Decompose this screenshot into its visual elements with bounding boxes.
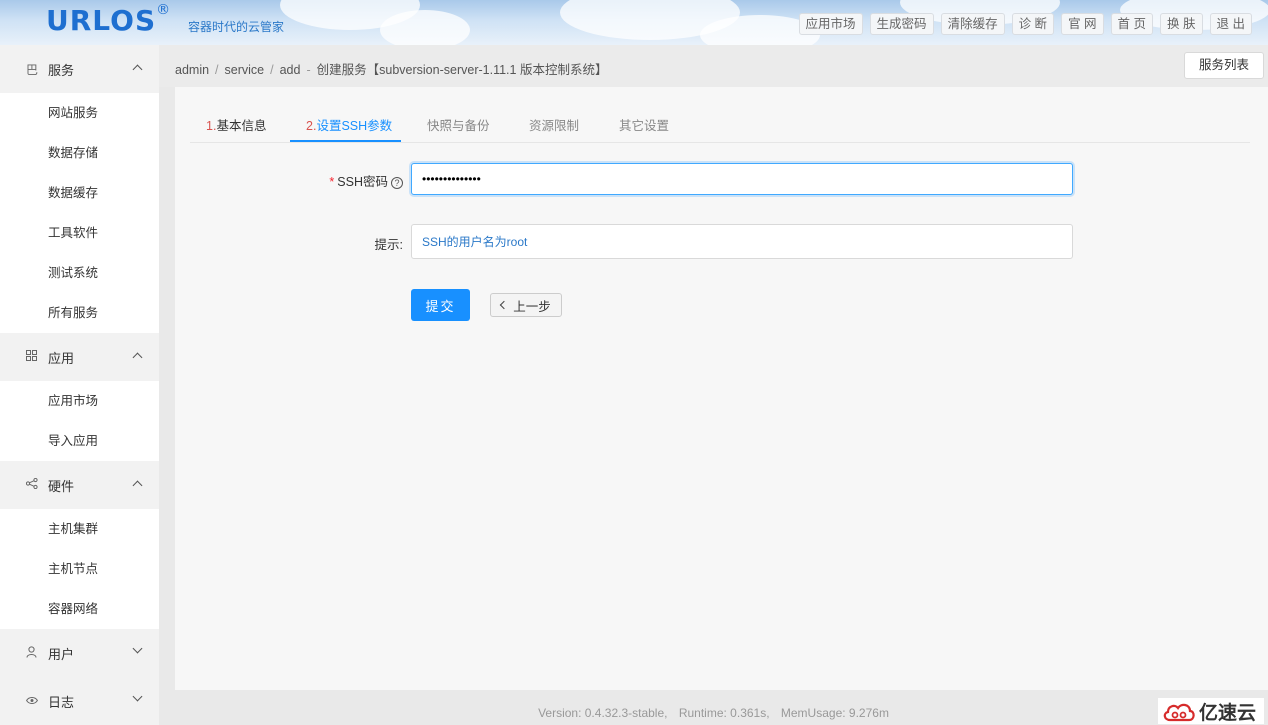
chevron-down-icon: [132, 643, 143, 654]
tab-label: 设置SSH参数: [316, 119, 393, 133]
footer-runtime: Runtime: 0.361s,: [678, 706, 770, 720]
ssh-password-label-text: SSH密码: [337, 175, 388, 189]
nav-home-button[interactable]: 首 页: [1110, 13, 1154, 35]
sidebar-item-test-system[interactable]: 测试系统: [0, 253, 159, 293]
sidebar-item-host-node[interactable]: 主机节点: [0, 549, 159, 589]
sky-cloud: [380, 10, 470, 45]
chevron-left-icon: [499, 300, 509, 310]
sidebar-item-app-market[interactable]: 应用市场: [0, 381, 159, 421]
sidebar-group-apps[interactable]: 应用: [0, 333, 159, 381]
sidebar-item-data-storage[interactable]: 数据存储: [0, 133, 159, 173]
sidebar-group-label: 应用: [48, 350, 75, 366]
sidebar-item-import-app[interactable]: 导入应用: [0, 421, 159, 461]
apps-grid-icon: [26, 350, 40, 364]
tab-snapshot-backup[interactable]: 快照与备份: [427, 115, 490, 134]
tab-label: 基本信息: [216, 119, 267, 133]
tab-other-settings[interactable]: 其它设置: [619, 115, 669, 134]
breadcrumb: admin / service / add - 创建服务【subversion-server…: [175, 59, 607, 78]
cloud-logo-icon: [1163, 703, 1195, 722]
tagline: 容器时代的云管家: [188, 20, 285, 34]
tab-step-number: 1.: [206, 119, 217, 133]
breadcrumb-service[interactable]: service: [225, 63, 265, 77]
watermark-text: 亿速云: [1199, 702, 1257, 724]
previous-step-button[interactable]: 上一步: [490, 293, 562, 317]
nav-skin-button[interactable]: 换 肤: [1160, 13, 1203, 35]
nav-official-site-button[interactable]: 官 网: [1061, 13, 1104, 35]
active-tab-indicator: [290, 140, 401, 142]
page-title: 创建服务【subversion-server-1.11.1 版本控制系统】: [316, 63, 608, 77]
sidebar-item-all-services[interactable]: 所有服务: [0, 293, 159, 333]
ssh-password-field[interactable]: [411, 163, 1073, 195]
form-panel: 1.基本信息 2.设置SSH参数 快照与备份 资源限制 其它设置 * SSH密码?…: [175, 87, 1268, 690]
nav-clear-cache-button[interactable]: 清除缓存: [940, 13, 1005, 35]
required-mark: *: [329, 175, 335, 189]
user-icon: [26, 645, 40, 661]
breadcrumb-separator: /: [215, 63, 219, 77]
yisu-watermark: 亿速云: [1158, 698, 1264, 724]
breadcrumb-bar: admin / service / add - 创建服务【subversion-server…: [159, 45, 1268, 87]
step-tabs: 1.基本信息 2.设置SSH参数 快照与备份 资源限制 其它设置: [190, 102, 1250, 143]
top-header: URLOS® 容器时代的云管家 应用市场 生成密码 清除缓存 诊 断 官 网 首…: [0, 0, 1268, 45]
sidebar-group-label: 用户: [48, 646, 75, 662]
chevron-down-icon: [132, 691, 143, 702]
share-nodes-icon: [25, 477, 40, 492]
sidebar-item-data-cache[interactable]: 数据缓存: [0, 173, 159, 213]
tab-ssh-params[interactable]: 2.设置SSH参数: [306, 115, 392, 134]
hint-field[interactable]: [411, 224, 1073, 259]
tab-basic-info[interactable]: 1.基本信息: [206, 115, 266, 134]
question-circle-icon[interactable]: ?: [391, 177, 403, 189]
breadcrumb-add: add: [279, 63, 301, 77]
footer: Version: 0.4.32.3-stable, Runtime: 0.361…: [159, 706, 1268, 720]
submit-button[interactable]: 提交: [411, 289, 470, 321]
sidebar-group-label: 日志: [48, 694, 75, 710]
sidebar-group-logs[interactable]: 日志: [0, 677, 159, 725]
sidebar-group-hardware[interactable]: 硬件: [0, 461, 159, 509]
sidebar-group-label: 服务: [48, 62, 75, 78]
top-nav: 应用市场 生成密码 清除缓存 诊 断 官 网 首 页 换 肤 退 出: [798, 13, 1252, 35]
sidebar-item-tools[interactable]: 工具软件: [0, 213, 159, 253]
breadcrumb-separator: /: [270, 63, 274, 77]
previous-step-label: 上一步: [513, 299, 551, 314]
footer-memusage: MemUsage: 9.276m: [780, 706, 889, 720]
tab-step-number: 2.: [306, 119, 317, 133]
breadcrumb-dash: -: [306, 63, 311, 77]
chevron-up-icon: [132, 352, 143, 363]
service-list-button[interactable]: 服务列表: [1183, 52, 1264, 79]
footer-version: Version: 0.4.32.3-stable,: [538, 706, 668, 720]
sidebar-group-users[interactable]: 用户: [0, 629, 159, 677]
service-icon: 巴: [26, 62, 39, 77]
nav-app-market-button[interactable]: 应用市场: [798, 13, 863, 35]
nav-diagnose-button[interactable]: 诊 断: [1011, 13, 1055, 35]
sidebar-item-website-service[interactable]: 网站服务: [0, 93, 159, 133]
nav-generate-password-button[interactable]: 生成密码: [869, 13, 934, 35]
sidebar-group-label: 硬件: [48, 478, 75, 494]
tab-resource-limit[interactable]: 资源限制: [529, 115, 579, 134]
urlos-logo[interactable]: URLOS®: [46, 2, 171, 37]
sidebar-group-service[interactable]: 巴 服务: [0, 45, 159, 93]
chevron-up-icon: [132, 64, 143, 75]
ssh-password-label: * SSH密码?: [315, 171, 403, 190]
chevron-up-icon: [132, 480, 143, 491]
sidebar-item-host-cluster[interactable]: 主机集群: [0, 509, 159, 549]
sidebar-item-container-network[interactable]: 容器网络: [0, 589, 159, 629]
breadcrumb-admin[interactable]: admin: [175, 63, 209, 77]
eye-icon: [26, 694, 40, 708]
nav-logout-button[interactable]: 退 出: [1209, 13, 1252, 35]
hint-label: 提示:: [374, 238, 403, 252]
sidebar: 巴 服务 网站服务 数据存储 数据缓存 工具软件 测试系统 所有服务 应用 应用…: [0, 45, 159, 725]
